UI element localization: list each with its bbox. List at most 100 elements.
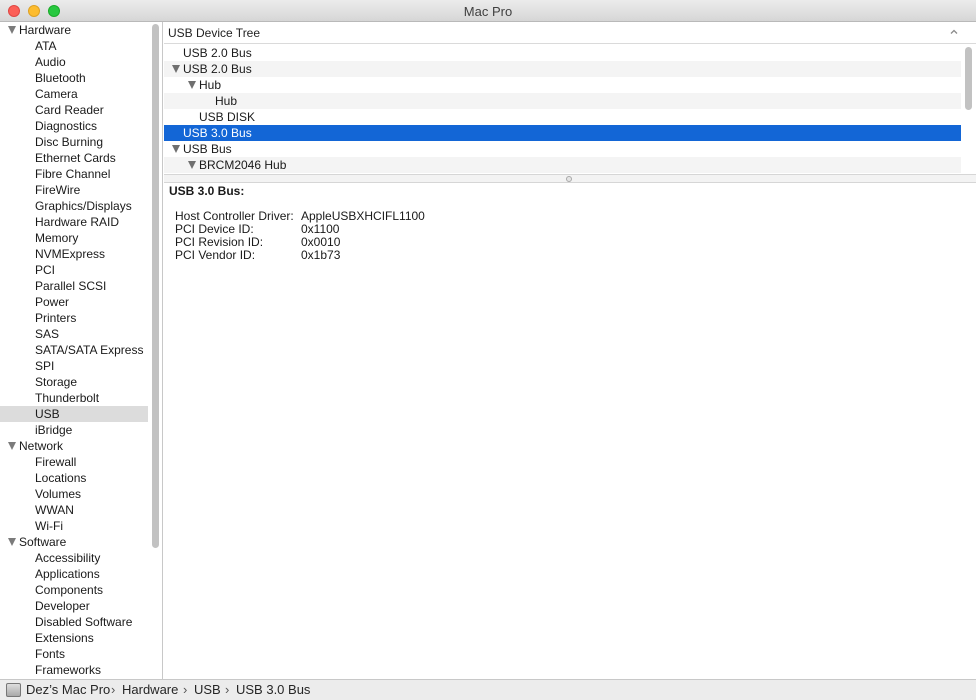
sidebar-item-diagnostics[interactable]: Diagnostics (0, 118, 148, 134)
sidebar-item-label: Hardware (19, 23, 72, 37)
sidebar-item-hardware-raid[interactable]: Hardware RAID (0, 214, 148, 230)
disclosure-triangle-icon[interactable] (188, 81, 196, 89)
path-item-usb[interactable]: USB (194, 680, 221, 700)
tree-row-label: USB 3.0 Bus (183, 126, 252, 140)
tree-column-header[interactable]: USB Device Tree (164, 22, 976, 44)
disclosure-triangle-icon[interactable] (8, 442, 16, 450)
sidebar-item-fonts[interactable]: Fonts (0, 646, 148, 662)
tree-row-hub[interactable]: Hub (164, 77, 961, 93)
sidebar-item-pci[interactable]: PCI (0, 262, 148, 278)
sidebar-item-label: Locations (35, 471, 87, 485)
sidebar-item-thunderbolt[interactable]: Thunderbolt (0, 390, 148, 406)
chevron-up-icon[interactable] (949, 27, 959, 37)
sidebar-item-label: Extensions (35, 631, 94, 645)
tree-row-usb-bus[interactable]: USB Bus (164, 141, 961, 157)
sidebar-item-printers[interactable]: Printers (0, 310, 148, 326)
sidebar-item-label: Camera (35, 87, 78, 101)
sidebar-item-extensions[interactable]: Extensions (0, 630, 148, 646)
detail-title: USB 3.0 Bus: (169, 184, 245, 198)
sidebar-item-applications[interactable]: Applications (0, 566, 148, 582)
sidebar-item-fibre-channel[interactable]: Fibre Channel (0, 166, 148, 182)
sidebar-item-label: Wi-Fi (35, 519, 63, 533)
sidebar-item-wi-fi[interactable]: Wi-Fi (0, 518, 148, 534)
sidebar-section-hardware[interactable]: Hardware (0, 22, 148, 38)
sidebar-item-label: NVMExpress (35, 247, 106, 261)
sidebar-item-firewire[interactable]: FireWire (0, 182, 148, 198)
sidebar-item-label: Accessibility (35, 551, 101, 565)
sidebar-item-bluetooth[interactable]: Bluetooth (0, 70, 148, 86)
sidebar-item-audio[interactable]: Audio (0, 54, 148, 70)
path-item-usb-3-bus[interactable]: USB 3.0 Bus (236, 680, 310, 700)
disclosure-triangle-icon[interactable] (8, 538, 16, 546)
sidebar-item-ata[interactable]: ATA (0, 38, 148, 54)
path-item-computer[interactable]: Dez’s Mac Pro (26, 680, 110, 700)
detail-pane: USB 3.0 Bus: Host Controller Driver: Appl… (164, 183, 976, 679)
tree-row-usb-disk[interactable]: USB DISK (164, 109, 961, 125)
sidebar-item-card-reader[interactable]: Card Reader (0, 102, 148, 118)
sidebar-item-components[interactable]: Components (0, 582, 148, 598)
sidebar-item-wwan[interactable]: WWAN (0, 502, 148, 518)
sidebar-item-developer[interactable]: Developer (0, 598, 148, 614)
sidebar-item-label: SAS (35, 327, 60, 341)
window-title: Mac Pro (463, 4, 513, 19)
disclosure-triangle-icon[interactable] (172, 65, 180, 73)
disclosure-triangle-icon[interactable] (188, 161, 196, 169)
sidebar-item-label: Graphics/Displays (35, 199, 132, 213)
sidebar-item-label: Software (19, 535, 67, 549)
sidebar-item-label: Storage (35, 375, 78, 389)
sidebar-item-volumes[interactable]: Volumes (0, 486, 148, 502)
disclosure-triangle-icon[interactable] (8, 26, 16, 34)
sidebar-item-disc-burning[interactable]: Disc Burning (0, 134, 148, 150)
sidebar-item-parallel-scsi[interactable]: Parallel SCSI (0, 278, 148, 294)
property-key: PCI Vendor ID: (175, 248, 256, 262)
sidebar-item-locations[interactable]: Locations (0, 470, 148, 486)
sidebar-item-label: Components (35, 583, 104, 597)
tree-row-usb-3-0-bus[interactable]: USB 3.0 Bus (164, 125, 961, 141)
sidebar-item-label: Thunderbolt (35, 391, 100, 405)
sidebar-item-label: Bluetooth (35, 71, 86, 85)
sidebar-item-memory[interactable]: Memory (0, 230, 148, 246)
tree-row-usb-2-0-bus[interactable]: USB 2.0 Bus (164, 45, 961, 61)
sidebar-item-power[interactable]: Power (0, 294, 148, 310)
tree-row-label: USB Bus (183, 142, 232, 156)
sidebar-item-graphics-displays[interactable]: Graphics/Displays (0, 198, 148, 214)
sidebar-item-label: Ethernet Cards (35, 151, 116, 165)
sidebar-item-label: Hardware RAID (35, 215, 120, 229)
sidebar-item-label: Parallel SCSI (35, 279, 107, 293)
sidebar-item-firewall[interactable]: Firewall (0, 454, 148, 470)
tree-row-label: USB 2.0 Bus (183, 46, 252, 60)
sidebar: Hardware ATA Audio Bluetooth Camera Card Read… (0, 22, 163, 679)
sidebar-item-label: SATA/SATA Express (35, 343, 144, 357)
sidebar-section-network[interactable]: Network (0, 438, 148, 454)
path-separator: › (111, 682, 116, 697)
disclosure-triangle-icon[interactable] (172, 145, 180, 153)
sidebar-item-label: Network (19, 439, 64, 453)
tree-row-label: Hub (199, 78, 222, 92)
sidebar-item-disabled-software[interactable]: Disabled Software (0, 614, 148, 630)
sidebar-item-sata-sata-express[interactable]: SATA/SATA Express (0, 342, 148, 358)
splitter-handle-icon[interactable] (566, 176, 572, 182)
sidebar-item-label: Card Reader (35, 103, 104, 117)
sidebar-item-ibridge[interactable]: iBridge (0, 422, 148, 438)
sidebar-item-frameworks[interactable]: Frameworks (0, 662, 148, 678)
sidebar-item-ethernet-cards[interactable]: Ethernet Cards (0, 150, 148, 166)
sidebar-item-storage[interactable]: Storage (0, 374, 148, 390)
property-value: 0x1b73 (301, 248, 341, 262)
tree-scrollbar[interactable] (965, 47, 972, 110)
sidebar-scrollbar[interactable] (152, 24, 159, 548)
tree-row-label: Hub (215, 94, 238, 108)
path-item-hardware[interactable]: Hardware (122, 680, 178, 700)
tree-row-label: USB 2.0 Bus (183, 62, 252, 76)
sidebar-item-accessibility[interactable]: Accessibility (0, 550, 148, 566)
sidebar-section-software[interactable]: Software (0, 534, 148, 550)
sidebar-item-spi[interactable]: SPI (0, 358, 148, 374)
tree-row-hub[interactable]: Hub (164, 93, 961, 109)
sidebar-item-nvmexpress[interactable]: NVMExpress (0, 246, 148, 262)
tree-row-label: USB DISK (199, 110, 256, 124)
tree-row-usb-2-0-bus[interactable]: USB 2.0 Bus (164, 61, 961, 77)
sidebar-item-camera[interactable]: Camera (0, 86, 148, 102)
sidebar-item-usb[interactable]: USB (0, 406, 148, 422)
tree-row-brcm2046-hub[interactable]: BRCM2046 Hub (164, 157, 961, 173)
sidebar-item-sas[interactable]: SAS (0, 326, 148, 342)
pane-splitter[interactable] (164, 174, 976, 183)
